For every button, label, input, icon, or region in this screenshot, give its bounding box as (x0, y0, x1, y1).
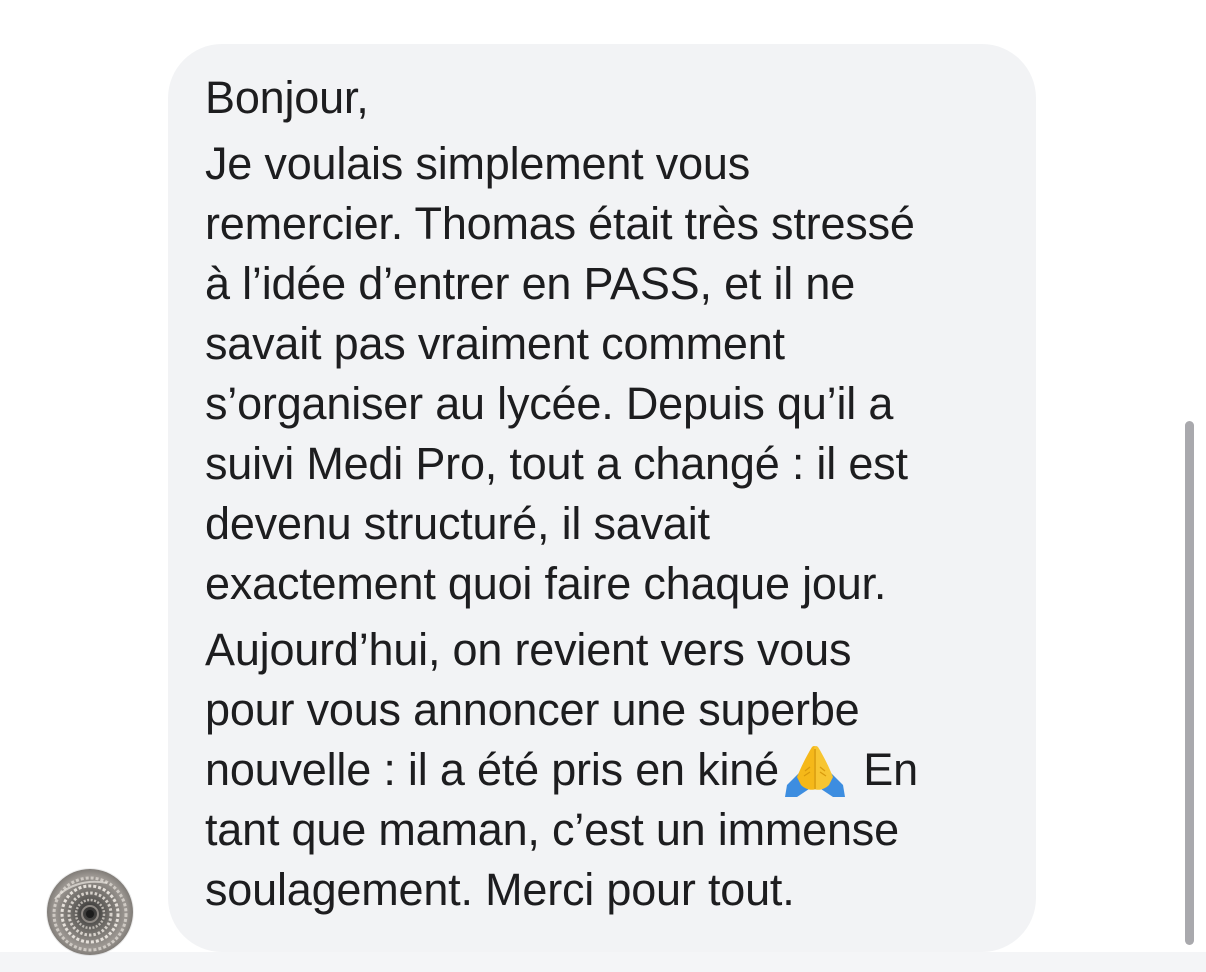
message-text: Bonjour, Je voulais simplement vous reme… (205, 68, 1005, 920)
message-paragraph-last: Aujourd’hui, on revient vers vous pour v… (205, 620, 1005, 920)
bottom-strip (0, 952, 1206, 972)
scrollbar-thumb[interactable] (1185, 421, 1194, 945)
folded-hands-emoji-icon (784, 745, 845, 797)
spiral-staircase-avatar-image (47, 869, 133, 955)
sender-avatar[interactable] (47, 869, 133, 955)
message-paragraph: Je voulais simplement vous remercier. Th… (205, 138, 915, 609)
message-text-before-emoji: Aujourd’hui, on revient vers vous pour v… (205, 624, 860, 795)
message-greeting: Bonjour, (205, 72, 369, 123)
